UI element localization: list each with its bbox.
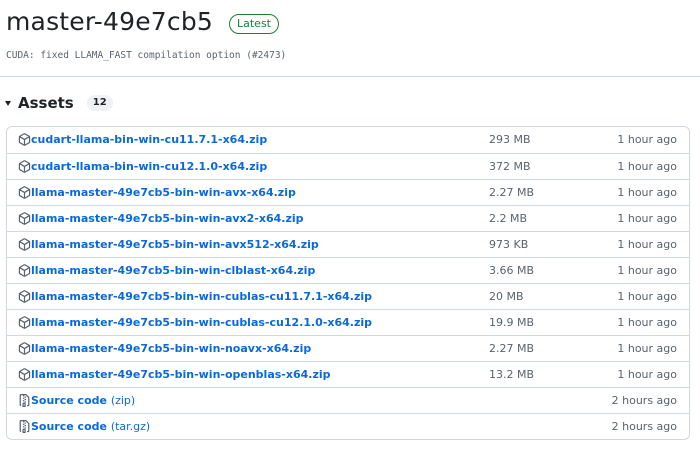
file-zip-icon <box>18 394 31 407</box>
package-icon <box>18 368 31 381</box>
asset-name: llama-master-49e7cb5-bin-win-avx-x64.zip <box>31 186 296 199</box>
asset-download-link[interactable]: llama-master-49e7cb5-bin-win-cublas-cu11… <box>31 284 372 309</box>
asset-name: Source code <box>31 420 107 433</box>
package-icon <box>18 290 31 303</box>
asset-row: llama-master-49e7cb5-bin-win-openblas-x6… <box>7 361 689 387</box>
asset-row: llama-master-49e7cb5-bin-win-noavx-x64.z… <box>7 335 689 361</box>
package-icon <box>18 186 31 199</box>
asset-row: Source code (zip) 2 hours ago <box>7 387 689 413</box>
asset-name: llama-master-49e7cb5-bin-win-noavx-x64.z… <box>31 342 312 355</box>
asset-download-link[interactable]: llama-master-49e7cb5-bin-win-cublas-cu12… <box>31 310 372 335</box>
package-icon <box>18 133 31 146</box>
asset-timestamp: 1 hour ago <box>617 186 677 199</box>
caret-down-icon <box>5 101 11 106</box>
asset-timestamp: 2 hours ago <box>611 420 677 433</box>
assets-count-badge: 12 <box>86 95 113 111</box>
divider <box>0 76 700 77</box>
asset-row: llama-master-49e7cb5-bin-win-clblast-x64… <box>7 257 689 283</box>
package-icon <box>18 316 31 329</box>
asset-name: cudart-llama-bin-win-cu11.7.1-x64.zip <box>31 133 268 146</box>
asset-download-link[interactable]: cudart-llama-bin-win-cu12.1.0-x64.zip <box>31 154 267 179</box>
assets-list: cudart-llama-bin-win-cu11.7.1-x64.zip 293… <box>6 126 690 440</box>
package-icon <box>18 212 31 225</box>
asset-timestamp: 1 hour ago <box>617 238 677 251</box>
asset-name: llama-master-49e7cb5-bin-win-cublas-cu12… <box>31 316 373 329</box>
asset-row: llama-master-49e7cb5-bin-win-avx2-x64.zi… <box>7 205 689 231</box>
asset-size: 2.27 MB <box>489 186 535 199</box>
file-zip-icon <box>18 420 31 433</box>
asset-download-link[interactable]: llama-master-49e7cb5-bin-win-openblas-x6… <box>31 362 331 387</box>
release-notes: CUDA: fixed LLAMA_FAST compilation optio… <box>6 50 287 61</box>
asset-timestamp: 2 hours ago <box>611 394 677 407</box>
asset-row: cudart-llama-bin-win-cu12.1.0-x64.zip 372… <box>7 153 689 179</box>
asset-row: Source code (tar.gz) 2 hours ago <box>7 413 689 439</box>
asset-timestamp: 1 hour ago <box>617 316 677 329</box>
asset-download-link[interactable]: Source code (tar.gz) <box>31 414 150 439</box>
asset-size: 2.2 MB <box>489 212 528 225</box>
asset-download-link[interactable]: Source code (zip) <box>31 388 135 413</box>
asset-size: 19.9 MB <box>489 316 535 329</box>
asset-size: 973 KB <box>489 238 529 251</box>
asset-timestamp: 1 hour ago <box>617 212 677 225</box>
package-icon <box>18 264 31 277</box>
asset-row: llama-master-49e7cb5-bin-win-avx512-x64.… <box>7 231 689 257</box>
asset-format: (zip) <box>110 394 136 407</box>
asset-name: llama-master-49e7cb5-bin-win-cublas-cu11… <box>31 290 373 303</box>
asset-size: 372 MB <box>489 160 531 173</box>
asset-size: 293 MB <box>489 133 531 146</box>
asset-download-link[interactable]: llama-master-49e7cb5-bin-win-avx512-x64.… <box>31 232 319 257</box>
asset-timestamp: 1 hour ago <box>617 290 677 303</box>
asset-name: llama-master-49e7cb5-bin-win-avx2-x64.zi… <box>31 212 304 225</box>
asset-row: llama-master-49e7cb5-bin-win-avx-x64.zip… <box>7 179 689 205</box>
asset-timestamp: 1 hour ago <box>617 342 677 355</box>
release-header: master-49e7cb5 Latest <box>6 4 279 40</box>
asset-download-link[interactable]: llama-master-49e7cb5-bin-win-clblast-x64… <box>31 258 315 283</box>
asset-name: llama-master-49e7cb5-bin-win-openblas-x6… <box>31 368 331 381</box>
asset-timestamp: 1 hour ago <box>617 133 677 146</box>
asset-name: cudart-llama-bin-win-cu12.1.0-x64.zip <box>31 160 268 173</box>
asset-name: llama-master-49e7cb5-bin-win-avx512-x64.… <box>31 238 319 251</box>
package-icon <box>18 238 31 251</box>
asset-size: 3.66 MB <box>489 264 535 277</box>
package-icon <box>18 342 31 355</box>
package-icon <box>18 160 31 173</box>
asset-download-link[interactable]: llama-master-49e7cb5-bin-win-noavx-x64.z… <box>31 336 311 361</box>
asset-row: cudart-llama-bin-win-cu11.7.1-x64.zip 293… <box>7 127 689 153</box>
asset-timestamp: 1 hour ago <box>617 368 677 381</box>
asset-download-link[interactable]: cudart-llama-bin-win-cu11.7.1-x64.zip <box>31 127 267 152</box>
asset-size: 2.27 MB <box>489 342 535 355</box>
latest-badge: Latest <box>229 14 279 34</box>
asset-name: llama-master-49e7cb5-bin-win-clblast-x64… <box>31 264 316 277</box>
asset-timestamp: 1 hour ago <box>617 160 677 173</box>
release-title[interactable]: master-49e7cb5 <box>6 4 213 40</box>
asset-row: llama-master-49e7cb5-bin-win-cublas-cu11… <box>7 283 689 309</box>
assets-toggle[interactable]: Assets 12 <box>5 92 113 114</box>
asset-size: 13.2 MB <box>489 368 535 381</box>
asset-size: 20 MB <box>489 290 524 303</box>
asset-format: (tar.gz) <box>110 420 151 433</box>
asset-timestamp: 1 hour ago <box>617 264 677 277</box>
asset-download-link[interactable]: llama-master-49e7cb5-bin-win-avx2-x64.zi… <box>31 206 304 231</box>
assets-title: Assets <box>18 94 74 112</box>
asset-row: llama-master-49e7cb5-bin-win-cublas-cu12… <box>7 309 689 335</box>
asset-name: Source code <box>31 394 107 407</box>
asset-download-link[interactable]: llama-master-49e7cb5-bin-win-avx-x64.zip <box>31 180 296 205</box>
